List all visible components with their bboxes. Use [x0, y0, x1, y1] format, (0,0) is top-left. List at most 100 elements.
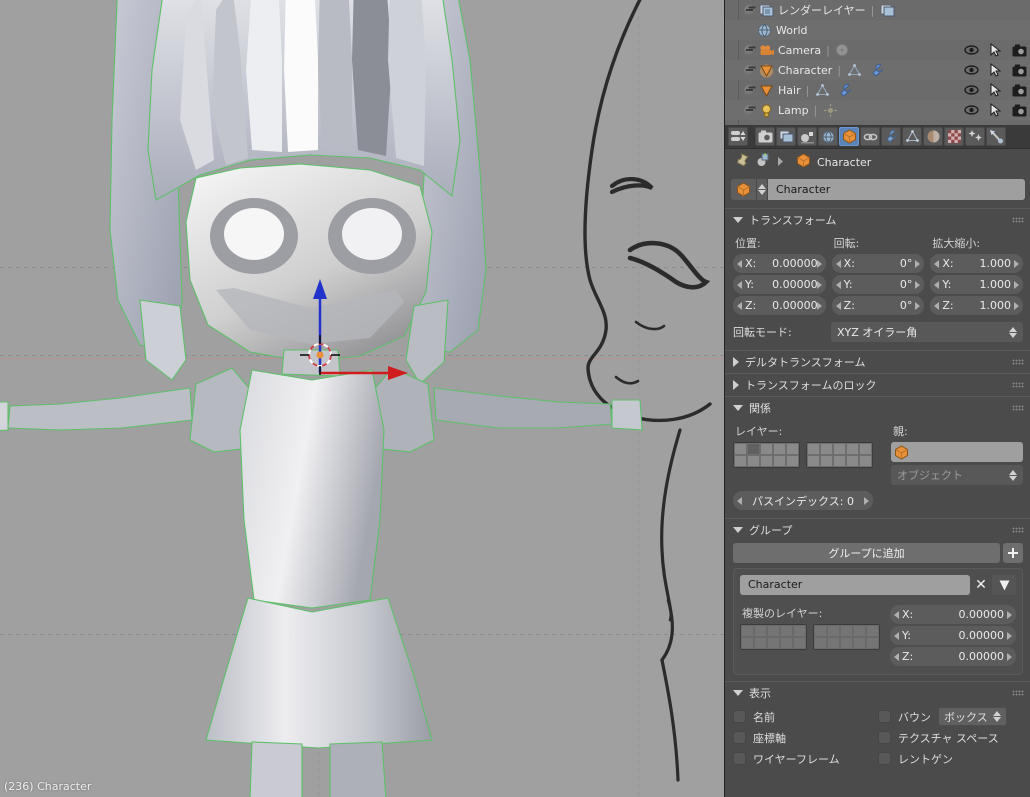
decrement-arrow-icon[interactable]	[934, 280, 940, 289]
layer-cell[interactable]	[814, 637, 827, 649]
layer-cell[interactable]	[754, 637, 767, 649]
display-name-row[interactable]: 名前	[733, 706, 878, 727]
layer-cell[interactable]	[853, 625, 866, 637]
layer-cell[interactable]	[767, 637, 780, 649]
camera-icon[interactable]	[1011, 82, 1027, 98]
cursor-icon[interactable]	[987, 62, 1003, 78]
panel-header-display[interactable]: 表示	[725, 682, 1030, 704]
layer-cell[interactable]	[833, 455, 846, 467]
camera-icon[interactable]	[1011, 102, 1027, 118]
layer-cell[interactable]	[859, 443, 872, 455]
object-id-block[interactable]: Character	[731, 179, 1025, 200]
parent-field[interactable]	[891, 442, 1023, 462]
cursor-icon[interactable]	[987, 102, 1003, 118]
outliner-row-lamp[interactable]: Lamp |	[725, 100, 1030, 120]
scale-z-field[interactable]: Z: 1.000	[930, 296, 1024, 315]
mesh-data-icon[interactable]	[846, 62, 862, 78]
properties-editor[interactable]: Character Character トランスフォーム 位置: X: 0.00…	[725, 125, 1030, 797]
3d-viewport[interactable]: (236) Character	[0, 0, 724, 797]
physics-tab[interactable]	[986, 127, 1006, 146]
decrement-arrow-icon[interactable]	[737, 280, 742, 289]
checkbox[interactable]	[733, 731, 746, 744]
modifiers-tab[interactable]	[881, 127, 901, 146]
decrement-arrow-icon[interactable]	[737, 496, 742, 505]
scale-y-field[interactable]: Y: 1.000	[930, 275, 1024, 294]
decrement-arrow-icon[interactable]	[894, 652, 899, 661]
layer-cell[interactable]	[807, 455, 820, 467]
panel-grip[interactable]	[1012, 405, 1024, 411]
checkbox[interactable]	[733, 752, 746, 765]
increment-arrow-icon[interactable]	[1014, 301, 1020, 310]
increment-arrow-icon[interactable]	[1014, 280, 1020, 289]
character-mesh[interactable]	[0, 0, 724, 797]
outliner-row-render-layers[interactable]: レンダーレイヤー |	[725, 0, 1030, 20]
layer-cell[interactable]	[814, 625, 827, 637]
pass-index-field[interactable]: パスインデックス: 0	[733, 491, 873, 510]
layer-cell[interactable]	[734, 443, 747, 455]
cursor-icon[interactable]	[987, 42, 1003, 58]
layer-cell[interactable]	[780, 625, 793, 637]
particles-tab[interactable]	[965, 127, 985, 146]
layer-cell[interactable]	[734, 455, 747, 467]
dupli-layers-block-left[interactable]	[740, 624, 807, 650]
layer-cell[interactable]	[773, 443, 786, 455]
material-tab[interactable]	[923, 127, 943, 146]
world-tab[interactable]	[818, 127, 838, 146]
increment-arrow-icon[interactable]	[816, 280, 822, 289]
decrement-arrow-icon[interactable]	[835, 301, 841, 310]
layer-cell[interactable]	[807, 443, 820, 455]
render-layers-tab[interactable]	[776, 127, 796, 146]
browse-object-arrows[interactable]	[757, 179, 768, 200]
panel-grip[interactable]	[1012, 527, 1024, 533]
expand-icon[interactable]	[743, 44, 756, 57]
layers-block-left[interactable]	[733, 442, 800, 468]
panel-grip[interactable]	[1012, 382, 1024, 388]
panel-header-transform[interactable]: トランスフォーム	[725, 209, 1030, 231]
outliner-row-character[interactable]: Character |	[725, 60, 1030, 80]
decrement-arrow-icon[interactable]	[737, 301, 742, 310]
group-offset-x-field[interactable]: X: 0.00000	[890, 605, 1016, 624]
add-to-group-button[interactable]: グループに追加	[733, 543, 1000, 563]
layer-cell[interactable]	[820, 443, 833, 455]
checkbox[interactable]	[878, 731, 891, 744]
layer-cell[interactable]	[786, 455, 799, 467]
increment-arrow-icon[interactable]	[1014, 259, 1020, 268]
layer-cell[interactable]	[773, 455, 786, 467]
layer-cell[interactable]	[833, 443, 846, 455]
panel-grip[interactable]	[1012, 359, 1024, 365]
layer-cell[interactable]	[747, 455, 760, 467]
outliner-row-world[interactable]: World	[725, 20, 1030, 40]
panel-grip[interactable]	[1012, 217, 1024, 223]
layer-cell[interactable]	[820, 455, 833, 467]
eye-icon[interactable]	[963, 102, 979, 118]
cursor-icon[interactable]	[987, 82, 1003, 98]
layer-cell[interactable]	[793, 625, 806, 637]
decrement-arrow-icon[interactable]	[934, 259, 940, 268]
decrement-arrow-icon[interactable]	[835, 280, 841, 289]
group-offset-y-field[interactable]: Y: 0.00000	[890, 626, 1016, 645]
decrement-arrow-icon[interactable]	[835, 259, 841, 268]
outliner-toggles[interactable]	[963, 62, 1027, 78]
editor-type-selector[interactable]	[728, 127, 748, 146]
scale-x-field[interactable]: X: 1.000	[930, 254, 1024, 273]
texture-tab[interactable]	[944, 127, 964, 146]
location-x-field[interactable]: X: 0.00000	[733, 254, 826, 273]
layer-cell[interactable]	[866, 637, 879, 649]
group-name-field[interactable]: Character	[740, 575, 970, 595]
layer-cell[interactable]	[741, 625, 754, 637]
decrement-arrow-icon[interactable]	[894, 631, 899, 640]
modifier-wrench-icon[interactable]	[837, 82, 853, 98]
outliner-sub-icons[interactable]	[846, 62, 889, 78]
camera-icon[interactable]	[1011, 62, 1027, 78]
layer-cell[interactable]	[760, 455, 773, 467]
layer-cell-active[interactable]	[747, 443, 760, 455]
checkbox[interactable]	[878, 710, 891, 723]
outliner-sub-icons[interactable]	[814, 82, 857, 98]
checkbox[interactable]	[733, 710, 746, 723]
increment-arrow-icon[interactable]	[1007, 631, 1012, 640]
outliner-toggles[interactable]	[963, 42, 1027, 58]
expand-icon[interactable]	[743, 84, 756, 97]
layer-cell[interactable]	[840, 637, 853, 649]
object-data-tab[interactable]	[902, 127, 922, 146]
layer-cell[interactable]	[846, 443, 859, 455]
